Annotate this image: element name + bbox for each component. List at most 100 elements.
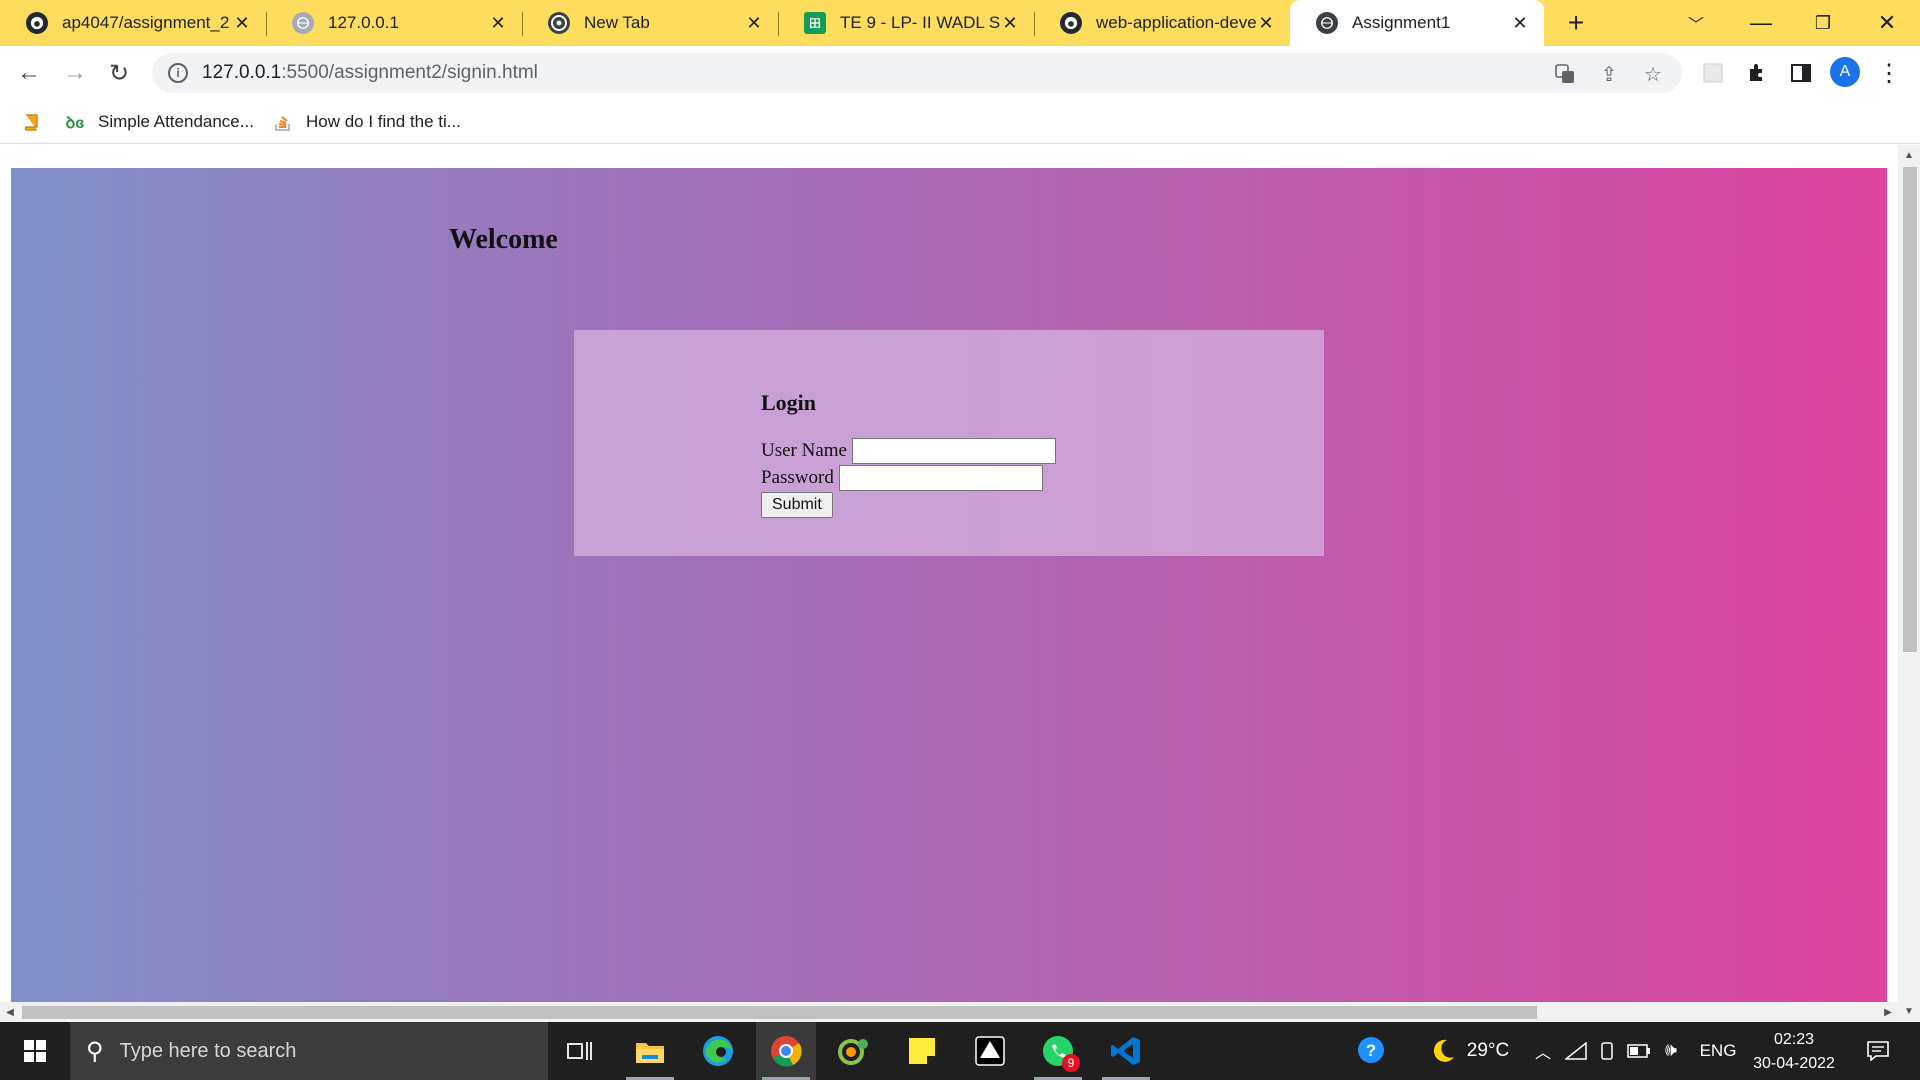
bookmark-star-icon[interactable]: ☆ [1642,63,1664,86]
username-row: User Name [761,438,1056,464]
start-button[interactable] [0,1022,70,1080]
vertical-scrollbar[interactable]: ▲ ▼ [1898,145,1920,1021]
bookmark-item[interactable] [20,108,54,136]
show-hidden-icons-button[interactable]: ︿ [1530,1022,1556,1080]
inkscape-icon [975,1036,1005,1066]
menu-kebab-icon[interactable]: ⋮ [1876,60,1902,87]
weather-widget[interactable]: 29°C [1418,1022,1520,1080]
address-host: 127.0.0.1 [202,62,282,83]
clock-time: 02:23 [1773,1031,1815,1048]
password-input[interactable] [838,465,1043,491]
vscode-icon [1111,1037,1140,1065]
battery-icon[interactable] [1624,1022,1654,1080]
weather-temperature: 29°C [1466,1040,1510,1061]
extension-placeholder-icon[interactable] [1700,60,1726,86]
device-icon[interactable] [1594,1022,1620,1080]
username-input[interactable] [852,438,1056,464]
taskbar-search-box[interactable]: ⚲ Type here to search [70,1022,548,1080]
scroll-left-arrow-icon[interactable]: ◀ [0,1002,20,1022]
login-heading: Login [761,390,817,415]
welcome-heading: Welcome [449,224,558,255]
bookmark-simple-attendance[interactable]: ꝺɞ Simple Attendance... [64,108,254,136]
book-icon [20,112,42,132]
edge-app[interactable] [688,1022,748,1080]
sticky-notes-app[interactable] [892,1022,952,1080]
tab-search-chevron-icon[interactable]: ﹀ [1676,0,1716,46]
vertical-scroll-thumb[interactable] [1903,167,1917,652]
side-panel-icon[interactable] [1788,60,1814,86]
close-icon[interactable]: ✕ [1510,13,1530,33]
sticky-note-icon [909,1038,935,1064]
sheets-icon [804,12,826,34]
tab-new-tab[interactable]: New Tab ✕ [522,0,778,46]
back-button[interactable]: ← [10,54,48,92]
tab-assignment1[interactable]: Assignment1 ✕ [1290,0,1544,46]
stackoverflow-icon [272,112,294,132]
submit-button[interactable]: Submit [761,492,833,518]
clock[interactable]: 02:23 30-04-2022 [1744,1028,1844,1076]
scroll-up-arrow-icon[interactable]: ▲ [1898,145,1920,165]
scroll-right-arrow-icon[interactable]: ▶ [1878,1002,1898,1022]
close-window-button[interactable]: ✕ [1862,0,1912,46]
minimize-button[interactable]: — [1736,0,1786,46]
page-viewport: Welcome Login User Name Password Submit [0,145,1920,1021]
translate-icon[interactable] [1554,63,1576,85]
wifi-icon[interactable] [1562,1022,1590,1080]
windows-taskbar: ⚲ Type here to search 9 ? 29°C ︿ 🕪 ENG 0… [0,1022,1920,1080]
tab-sheets[interactable]: TE 9 - LP- II WADL Sub ✕ [778,0,1034,46]
login-form-box: Login User Name Password Submit [574,330,1324,556]
help-tray-button[interactable]: ? [1350,1022,1394,1080]
close-icon[interactable]: ✕ [1256,13,1276,33]
tab-title: 127.0.0.1 [328,13,399,32]
clock-date: 30-04-2022 [1753,1055,1835,1072]
scroll-down-arrow-icon[interactable]: ▼ [1898,1001,1920,1021]
horizontal-scroll-thumb[interactable] [22,1006,1537,1019]
file-explorer-app[interactable] [620,1022,680,1080]
github-icon [26,12,48,34]
page-gradient-background: Welcome Login User Name Password Submit [11,168,1887,1021]
extensions-puzzle-icon[interactable] [1744,60,1770,86]
address-path: :5500/assignment2/signin.html [281,62,538,83]
tab-github-assignment[interactable]: ap4047/assignment_2 ✕ [0,0,266,46]
bookmarks-bar: ꝺɞ Simple Attendance... How do I find th… [0,100,1920,144]
close-icon[interactable]: ✕ [488,13,508,33]
help-icon: ? [1358,1037,1384,1063]
chrome-icon [548,12,570,34]
bookmark-how-do-i-find[interactable]: How do I find the ti... [272,108,461,136]
profile-avatar[interactable]: A [1830,57,1860,87]
task-view-button[interactable] [550,1022,610,1080]
site-info-icon[interactable]: i [168,63,188,83]
restore-button[interactable]: ❐ [1798,0,1848,46]
notification-badge: 9 [1062,1054,1080,1072]
close-icon[interactable]: ✕ [744,13,764,33]
tab-title: New Tab [584,13,650,32]
volume-icon[interactable]: 🕪 [1656,1022,1686,1080]
language-indicator[interactable]: ENG [1694,1022,1742,1080]
password-label: Password [761,467,834,488]
task-view-icon [567,1042,592,1060]
new-tab-button[interactable]: + [1556,0,1596,46]
forward-button[interactable]: → [56,54,94,92]
address-bar[interactable]: i 127.0.0.1:5500/assignment2/signin.html… [152,53,1682,93]
reload-button[interactable]: ↻ [100,54,138,92]
horizontal-scrollbar[interactable]: ◀ ▶ [0,1002,1898,1022]
chrome-app[interactable] [756,1022,816,1080]
username-label: User Name [761,440,847,461]
vscode-app[interactable] [1096,1022,1156,1080]
bookmark-label: Simple Attendance... [98,112,254,131]
whatsapp-app[interactable]: 9 [1028,1022,1088,1080]
tab-title: ap4047/assignment_2 [62,13,230,32]
inkscape-app[interactable] [960,1022,1020,1080]
globe-icon [1316,12,1338,34]
tab-github-webapp[interactable]: web-application-devel ✕ [1034,0,1290,46]
browser-toolbar: ← → ↻ i 127.0.0.1:5500/assignment2/signi… [0,46,1920,100]
chrome-icon [771,1036,802,1067]
close-icon[interactable]: ✕ [1000,13,1020,33]
windows-logo-icon [24,1040,46,1062]
close-icon[interactable]: ✕ [232,13,252,33]
notifications-button[interactable] [1856,1022,1900,1080]
chameleon-app[interactable] [824,1022,884,1080]
share-icon[interactable]: ⇪ [1598,63,1620,86]
address-url: 127.0.0.1:5500/assignment2/signin.html [202,62,538,84]
tab-localhost[interactable]: 127.0.0.1 ✕ [266,0,522,46]
